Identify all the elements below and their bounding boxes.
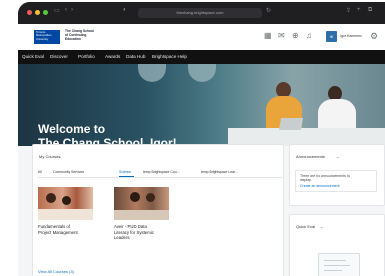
- course-name-data-literacy[interactable]: Aveir - PUD Data Literacy for Systemic L…: [114, 224, 184, 241]
- tab-all[interactable]: All: [38, 170, 42, 174]
- nav-item-awards[interactable]: Awards: [105, 54, 120, 59]
- my-courses-menu-chevron-icon[interactable]: ⌄: [58, 154, 61, 159]
- tab-science[interactable]: Science: [119, 170, 131, 174]
- minimize-window-button[interactable]: [35, 10, 40, 15]
- privacy-shield-icon[interactable]: ◐: [123, 7, 127, 13]
- announcements-menu-chevron-icon[interactable]: ⌄: [336, 154, 339, 159]
- university-logo-text: Toronto Metropolitan University: [36, 30, 52, 41]
- welcome-banner: Welcome to The Chang School, Igor!: [18, 64, 385, 146]
- nav-item-portfolio[interactable]: Portfolio: [78, 54, 95, 59]
- announcements-empty-text: There are no announcements to display.: [300, 174, 360, 183]
- welcome-heading: Welcome to The Chang School, Igor!: [38, 122, 177, 146]
- announcements-widget: Announcements ⌄ There are no announcemen…: [289, 144, 385, 206]
- navbar: Quick Eval Discover Portfolio Awards Dat…: [18, 50, 385, 64]
- banner-lamp: [188, 64, 216, 82]
- illustration-line: [324, 265, 350, 266]
- university-logo[interactable]: Toronto Metropolitan University: [34, 30, 60, 44]
- back-icon[interactable]: ‹: [65, 7, 67, 13]
- course-image-person-head: [46, 193, 56, 203]
- brightspace-page: Toronto Metropolitan University The Chan…: [18, 24, 385, 276]
- course-selector-grid-icon[interactable]: ▦: [264, 32, 272, 40]
- create-announcement-link[interactable]: Create an announcement: [300, 184, 340, 188]
- tab-community-services[interactable]: Community Services: [53, 170, 84, 174]
- nav-item-brightspace-help[interactable]: Brightspace Help: [152, 54, 187, 59]
- nav-item-data-hub[interactable]: Data Hub: [126, 54, 145, 59]
- tab-temp-brightspace-courses[interactable]: temp Brightspace Cou...: [143, 170, 179, 174]
- course-name-fundamentals[interactable]: Fundamentals of Project Management: [38, 224, 108, 235]
- school-logo[interactable]: The Chang School of Continuing Education: [65, 29, 105, 44]
- forward-icon[interactable]: ›: [71, 7, 73, 13]
- nav-item-quick-eval[interactable]: Quick Eval: [22, 54, 44, 59]
- browser-chrome: ▭ ‹ › ◐ thechang.brightspace.com ↻ ⇪ + ⧉: [18, 2, 385, 24]
- course-image-person-head: [130, 192, 140, 202]
- quick-eval-widget: Quick Eval ⌄: [289, 214, 385, 276]
- course-name-line: Project Management: [38, 229, 78, 235]
- sidebar-toggle-icon[interactable]: ▭: [54, 7, 60, 14]
- active-tab-indicator: [119, 176, 134, 178]
- tab-temp-brightspace-learning[interactable]: temp Brightspace Lear...: [201, 170, 238, 174]
- course-image-person-head: [146, 193, 155, 202]
- tab-overview-icon[interactable]: ⧉: [368, 7, 372, 14]
- settings-gear-icon[interactable]: ⚙: [370, 31, 378, 42]
- announcements-title: Announcements: [296, 154, 325, 159]
- course-image-person-head: [62, 196, 71, 205]
- quick-eval-menu-chevron-icon[interactable]: ⌄: [320, 224, 323, 229]
- course-name-line: Leaders: [114, 235, 130, 241]
- user-name[interactable]: Igor Kamenev: [340, 34, 362, 38]
- course-image-fundamentals[interactable]: [38, 187, 93, 220]
- avatar-initials: IK: [329, 34, 334, 39]
- subscriptions-icon[interactable]: ⊕: [292, 32, 299, 40]
- update-alerts-bell-icon[interactable]: ♫: [306, 32, 312, 40]
- announcements-empty-line: display.: [300, 178, 312, 183]
- quick-eval-title: Quick Eval: [296, 224, 316, 229]
- welcome-line1: Welcome to: [38, 122, 106, 136]
- banner-lamp: [138, 64, 166, 82]
- url-text: thechang.brightspace.com: [176, 10, 224, 15]
- illustration-line: [324, 260, 346, 261]
- close-window-button[interactable]: [27, 10, 32, 15]
- reload-icon[interactable]: ↻: [266, 7, 271, 14]
- course-image-desk: [38, 209, 93, 220]
- new-tab-icon[interactable]: +: [357, 7, 361, 13]
- url-bar[interactable]: thechang.brightspace.com: [138, 8, 262, 18]
- course-image-data-literacy[interactable]: [114, 187, 169, 220]
- tabs-divider: [38, 177, 282, 178]
- site-header: Toronto Metropolitan University The Chan…: [18, 24, 385, 50]
- avatar[interactable]: IK: [326, 31, 337, 42]
- maximize-window-button[interactable]: [43, 10, 48, 15]
- course-image-desk: [114, 210, 169, 220]
- school-logo-line3: Education: [65, 36, 81, 41]
- share-icon[interactable]: ⇪: [346, 7, 351, 14]
- view-all-courses-link[interactable]: View All Courses (3): [38, 269, 74, 274]
- quick-eval-empty-illustration: [318, 253, 360, 276]
- message-alerts-icon[interactable]: ✉: [278, 32, 285, 40]
- illustration-line: [324, 270, 342, 271]
- nav-item-discover[interactable]: Discover: [50, 54, 68, 59]
- device-frame: ▭ ‹ › ◐ thechang.brightspace.com ↻ ⇪ + ⧉…: [18, 2, 385, 276]
- banner-laptop: [278, 118, 304, 130]
- announcements-empty-box: There are no announcements to display. C…: [295, 170, 377, 192]
